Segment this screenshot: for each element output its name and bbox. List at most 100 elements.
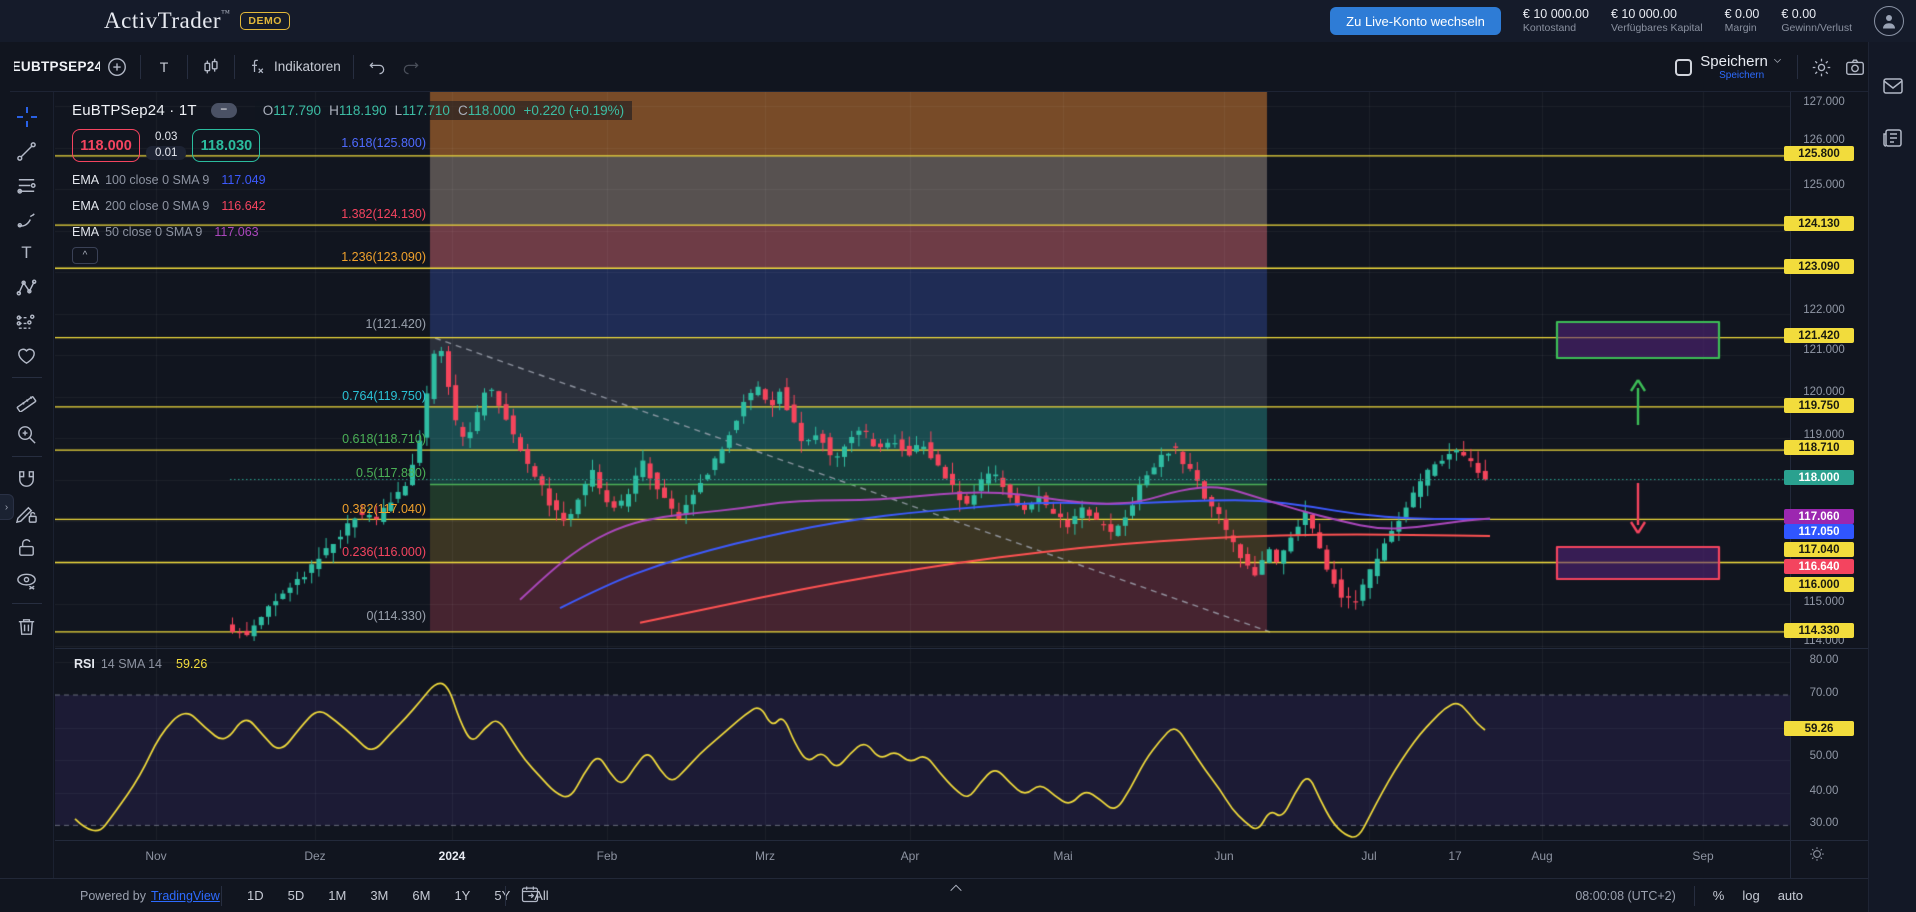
- price-label-badge: 117.050: [1784, 524, 1854, 539]
- powered-by: Powered by TradingView: [80, 889, 220, 903]
- price-label-badge: 117.060: [1784, 509, 1854, 524]
- news-button[interactable]: [1881, 126, 1905, 155]
- go-to-date-button[interactable]: [520, 884, 540, 907]
- time-tick: Apr: [875, 849, 945, 863]
- price-tick: 70.00: [1786, 687, 1862, 699]
- ohlc-value: 118.190: [339, 103, 387, 118]
- price-tick: 126.000: [1786, 134, 1862, 146]
- undo-icon: [367, 57, 387, 77]
- brand: ActivTrader™ DEMO: [104, 0, 290, 42]
- user-avatar[interactable]: [1874, 6, 1904, 36]
- ohlc-key: H: [329, 103, 339, 118]
- time-tick: Dez: [280, 849, 350, 863]
- percent-scale-toggle[interactable]: %: [1713, 888, 1725, 903]
- camera-icon: [1844, 56, 1866, 78]
- time-tick: Mrz: [730, 849, 800, 863]
- price-label-badge: 117.040: [1784, 542, 1854, 557]
- account-margin: € 0.00Margin: [1725, 7, 1760, 36]
- ohlc-values: O117.790H118.190L117.710C118.000+0.220 (…: [255, 101, 632, 120]
- mail-button[interactable]: [1881, 74, 1905, 103]
- account-available: € 10 000.00Verfügbares Kapital: [1611, 7, 1703, 36]
- snapshot-camera-button[interactable]: [1838, 50, 1872, 84]
- price-label-badge: 121.420: [1784, 328, 1854, 343]
- chart-toolbar: EUBTPSEP24 T Indikatoren Speichern Speic…: [10, 42, 1916, 92]
- redo-button[interactable]: [394, 50, 428, 84]
- time-tick: Mai: [1028, 849, 1098, 863]
- symbol-title[interactable]: EuBTPSep24 · 1T: [72, 102, 197, 119]
- fib-level-label: 0.236(116.000): [0, 545, 426, 559]
- price-label-badge: 116.640: [1784, 559, 1854, 574]
- price-label-badge: 114.330: [1784, 623, 1854, 638]
- price-label-badge: 116.000: [1784, 577, 1854, 592]
- change-value: +0.220 (+0.19%): [524, 103, 625, 118]
- range-button-5d[interactable]: 5D: [281, 885, 312, 906]
- timeframe-button[interactable]: T: [147, 50, 181, 84]
- emoji-tool[interactable]: [8, 338, 46, 372]
- fib-level-label: 0.5(117.880): [0, 466, 426, 480]
- price-tick: 122.000: [1786, 304, 1862, 316]
- price-label-badge: 123.090: [1784, 259, 1854, 274]
- time-tick: Nov: [121, 849, 191, 863]
- rsi-legend[interactable]: RSI14 SMA 1459.26: [74, 657, 207, 671]
- compare-add-button[interactable]: [100, 50, 134, 84]
- fib-level-label: 1.236(123.090): [0, 250, 426, 264]
- chart-settings-button[interactable]: [1804, 50, 1838, 84]
- hide-drawings-tool[interactable]: [8, 564, 46, 598]
- pane-divider[interactable]: [55, 648, 1868, 649]
- fib-level-label: 0.382(117.040): [0, 502, 426, 516]
- undo-button[interactable]: [360, 50, 394, 84]
- range-button-6m[interactable]: 6M: [405, 885, 437, 906]
- collapse-pane-button[interactable]: [948, 881, 964, 899]
- price-label-badge: 124.130: [1784, 216, 1854, 231]
- range-button-3m[interactable]: 3M: [363, 885, 395, 906]
- pattern-tool[interactable]: [8, 270, 46, 304]
- clock[interactable]: 08:00:08 (UTC+2): [1575, 889, 1675, 903]
- redo-icon: [401, 57, 421, 77]
- time-tick: Feb: [572, 849, 642, 863]
- gear-icon: [1811, 57, 1832, 78]
- account-pnl: € 0.00Gewinn/Verlust: [1781, 7, 1852, 36]
- ohlc-key: C: [458, 103, 468, 118]
- indicators-button[interactable]: Indikatoren: [241, 50, 347, 84]
- legend-collapse-chip[interactable]: −: [211, 103, 237, 118]
- fib-level-label: 1.382(124.130): [0, 207, 426, 221]
- indicator-row-ema100[interactable]: EMA100 close 0 SMA 9117.049: [72, 173, 266, 187]
- save-layout-checkbox[interactable]: [1675, 59, 1692, 76]
- save-layout-button[interactable]: Speichern Speichern: [1700, 54, 1783, 81]
- crosshair-tool[interactable]: [8, 100, 46, 134]
- switch-to-live-button[interactable]: Zu Live-Konto wechseln: [1330, 7, 1501, 35]
- auto-scale-toggle[interactable]: auto: [1778, 888, 1803, 903]
- time-tick: Jul: [1334, 849, 1404, 863]
- ohlc-key: L: [395, 103, 403, 118]
- ohlc-value: 117.790: [273, 103, 321, 118]
- indicator-row-ema50[interactable]: EMA50 close 0 SMA 9117.063: [72, 225, 259, 239]
- fib-level-label: 1(121.420): [0, 317, 426, 331]
- price-tick: 120.000: [1786, 386, 1862, 398]
- range-button-1d[interactable]: 1D: [240, 885, 271, 906]
- symbol-button[interactable]: EUBTPSEP24: [14, 50, 100, 84]
- app-root: ActivTrader™ DEMO Zu Live-Konto wechseln…: [0, 0, 1916, 912]
- ohlc-value: 118.000: [468, 103, 516, 118]
- log-scale-toggle[interactable]: log: [1742, 888, 1759, 903]
- chart-style-button[interactable]: [194, 50, 228, 84]
- fib-level-label: 0.618(118.710): [0, 432, 426, 446]
- time-tick: 2024: [417, 849, 487, 863]
- app-logo: ActivTrader™: [104, 8, 230, 34]
- fx-icon: [247, 57, 267, 77]
- price-label-badge: 118.000: [1784, 470, 1854, 485]
- range-button-1m[interactable]: 1M: [321, 885, 353, 906]
- fib-level-label: 1.618(125.800): [0, 136, 426, 150]
- range-button-1y[interactable]: 1Y: [447, 885, 477, 906]
- price-tick: 125.000: [1786, 179, 1862, 191]
- account-balance: € 10 000.00Kontostand: [1523, 7, 1589, 36]
- fib-lines-tool[interactable]: [8, 168, 46, 202]
- time-tick: 17: [1420, 849, 1490, 863]
- range-button-5y[interactable]: 5Y: [487, 885, 517, 906]
- fib-level-label: 0.764(119.750): [0, 389, 426, 403]
- price-label-badge: 119.750: [1784, 398, 1854, 413]
- price-tick: 30.00: [1786, 817, 1862, 829]
- app-sidebar: [1868, 42, 1916, 912]
- tradingview-link[interactable]: TradingView: [151, 889, 220, 903]
- axis-settings-icon[interactable]: [1808, 845, 1826, 868]
- candlestick-icon: [200, 56, 222, 78]
